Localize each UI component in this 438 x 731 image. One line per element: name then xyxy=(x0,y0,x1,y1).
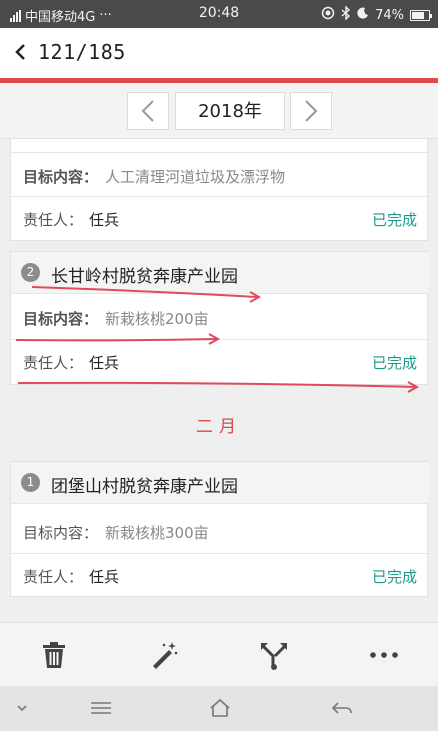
bluetooth-icon xyxy=(341,5,351,24)
year-selector: 2018年 xyxy=(0,83,438,139)
app-header: 121/185 xyxy=(0,28,438,78)
chevron-left-icon xyxy=(141,100,154,122)
home-icon xyxy=(210,698,230,717)
year-display: 2018年 xyxy=(175,92,285,130)
status-bar: 中国移动4G ··· 20:48 74% xyxy=(0,0,438,28)
card-header: 1 团堡山村脱贫奔康产业园 xyxy=(11,462,429,504)
card-index-badge: 2 xyxy=(21,263,40,282)
task-card[interactable]: 2 长甘岭村脱贫奔康产业园 目标内容： 新栽核桃200亩 责任人： 任兵 已完成 xyxy=(10,251,429,385)
more-button[interactable] xyxy=(368,639,400,671)
task-card[interactable]: 1 团堡山村脱贫奔康产业园 目标内容： 新栽核桃300亩 责任人： 任兵 已完成 xyxy=(10,461,429,597)
back-button[interactable] xyxy=(10,38,32,66)
target-value: 新栽核桃300亩 xyxy=(105,524,209,542)
owner-row: 责任人： 任兵 已完成 xyxy=(11,340,429,384)
chevron-left-icon xyxy=(15,44,25,60)
target-label: 目标内容： xyxy=(23,310,99,328)
owner-value: 任兵 xyxy=(89,211,120,229)
delete-button[interactable] xyxy=(38,639,70,671)
owner-row: 责任人： 任兵 已完成 xyxy=(11,197,429,240)
edit-button[interactable] xyxy=(148,639,180,671)
home-nav-button[interactable] xyxy=(208,698,232,718)
status-badge: 已完成 xyxy=(371,211,417,229)
target-label: 目标内容： xyxy=(23,524,99,542)
bottom-toolbar xyxy=(0,622,438,686)
owner-value: 任兵 xyxy=(89,568,120,586)
target-value: 新栽核桃200亩 xyxy=(105,310,209,328)
owner-value: 任兵 xyxy=(89,354,120,372)
battery-icon xyxy=(410,9,432,21)
battery-percent: 74% xyxy=(375,7,404,23)
owner-label: 责任人： xyxy=(23,211,84,229)
chevron-down-icon xyxy=(17,705,27,712)
back-nav-button[interactable] xyxy=(330,698,354,718)
card-title: 长甘岭村脱贫奔康产业园 xyxy=(51,267,238,287)
menu-nav-button[interactable] xyxy=(89,698,113,718)
target-row: 目标内容： 人工清理河道垃圾及漂浮物 xyxy=(11,153,429,197)
card-index-badge: 1 xyxy=(21,473,40,492)
month-header: 二月 xyxy=(0,404,438,450)
prev-year-button[interactable] xyxy=(127,92,169,130)
card-title: 团堡山村脱贫奔康产业园 xyxy=(51,477,238,497)
owner-row: 责任人： 任兵 已完成 xyxy=(11,554,429,597)
task-card-partial[interactable]: 目标内容： 人工清理河道垃圾及漂浮物 责任人： 任兵 已完成 xyxy=(10,139,429,241)
back-icon xyxy=(331,702,352,714)
owner-label: 责任人： xyxy=(23,568,84,586)
merge-arrows-icon xyxy=(261,643,287,670)
moon-icon xyxy=(357,7,369,23)
target-row: 目标内容： 新栽核桃300亩 xyxy=(11,510,429,554)
card-head-partial xyxy=(11,139,429,153)
status-badge: 已完成 xyxy=(371,568,417,586)
owner-label: 责任人： xyxy=(23,354,84,372)
target-row: 目标内容： 新栽核桃200亩 xyxy=(11,294,429,340)
system-nav-bar xyxy=(0,686,438,731)
collapse-nav-button[interactable] xyxy=(10,698,34,718)
target-label: 目标内容： xyxy=(23,168,99,186)
more-icon xyxy=(370,652,398,658)
trash-icon xyxy=(43,642,65,668)
card-header: 2 长甘岭村脱贫奔康产业园 xyxy=(11,252,429,294)
next-year-button[interactable] xyxy=(290,92,332,130)
chevron-right-icon xyxy=(305,100,318,122)
merge-button[interactable] xyxy=(258,639,290,671)
menu-icon xyxy=(91,702,111,714)
location-icon xyxy=(321,6,335,24)
status-badge: 已完成 xyxy=(371,354,417,372)
target-value: 人工清理河道垃圾及漂浮物 xyxy=(105,168,286,186)
page-title: 121/185 xyxy=(38,40,126,64)
magic-wand-icon xyxy=(153,642,178,669)
